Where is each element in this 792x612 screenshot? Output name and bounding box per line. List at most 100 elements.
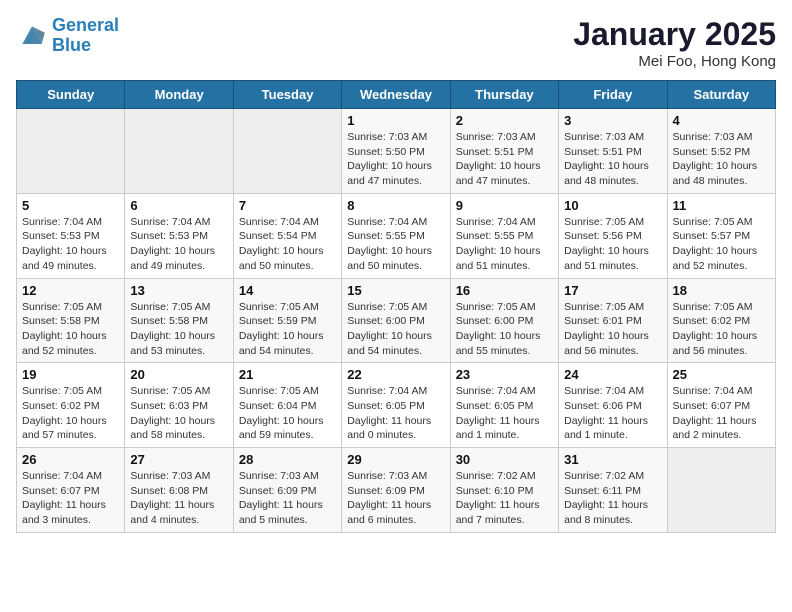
day-number: 3 xyxy=(564,113,661,128)
weekday-header-monday: Monday xyxy=(125,81,233,109)
calendar-cell xyxy=(233,109,341,194)
calendar-cell: 20 Sunrise: 7:05 AMSunset: 6:03 PMDayligh… xyxy=(125,363,233,448)
day-number: 2 xyxy=(456,113,553,128)
cell-details: Sunrise: 7:04 AMSunset: 6:07 PMDaylight:… xyxy=(673,384,770,443)
calendar-cell: 25 Sunrise: 7:04 AMSunset: 6:07 PMDayligh… xyxy=(667,363,775,448)
weekday-header-row: SundayMondayTuesdayWednesdayThursdayFrid… xyxy=(17,81,776,109)
day-number: 16 xyxy=(456,283,553,298)
day-number: 24 xyxy=(564,367,661,382)
cell-details: Sunrise: 7:05 AMSunset: 6:00 PMDaylight:… xyxy=(456,300,553,359)
day-number: 31 xyxy=(564,452,661,467)
weekday-header-friday: Friday xyxy=(559,81,667,109)
cell-details: Sunrise: 7:03 AMSunset: 5:50 PMDaylight:… xyxy=(347,130,444,189)
location: Mei Foo, Hong Kong xyxy=(573,53,776,70)
day-number: 26 xyxy=(22,452,119,467)
calendar-cell xyxy=(17,109,125,194)
cell-details: Sunrise: 7:04 AMSunset: 6:05 PMDaylight:… xyxy=(347,384,444,443)
month-title: January 2025 xyxy=(573,16,776,53)
calendar-cell: 29 Sunrise: 7:03 AMSunset: 6:09 PMDayligh… xyxy=(342,448,450,533)
weekday-header-tuesday: Tuesday xyxy=(233,81,341,109)
day-number: 27 xyxy=(130,452,227,467)
weekday-header-wednesday: Wednesday xyxy=(342,81,450,109)
cell-details: Sunrise: 7:05 AMSunset: 6:04 PMDaylight:… xyxy=(239,384,336,443)
day-number: 17 xyxy=(564,283,661,298)
calendar-cell: 27 Sunrise: 7:03 AMSunset: 6:08 PMDayligh… xyxy=(125,448,233,533)
cell-details: Sunrise: 7:03 AMSunset: 5:52 PMDaylight:… xyxy=(673,130,770,189)
calendar-cell: 24 Sunrise: 7:04 AMSunset: 6:06 PMDayligh… xyxy=(559,363,667,448)
cell-details: Sunrise: 7:04 AMSunset: 6:05 PMDaylight:… xyxy=(456,384,553,443)
cell-details: Sunrise: 7:05 AMSunset: 6:02 PMDaylight:… xyxy=(673,300,770,359)
calendar-cell: 2 Sunrise: 7:03 AMSunset: 5:51 PMDaylight… xyxy=(450,109,558,194)
day-number: 23 xyxy=(456,367,553,382)
calendar-cell: 3 Sunrise: 7:03 AMSunset: 5:51 PMDaylight… xyxy=(559,109,667,194)
calendar-cell: 28 Sunrise: 7:03 AMSunset: 6:09 PMDayligh… xyxy=(233,448,341,533)
calendar-cell xyxy=(667,448,775,533)
cell-details: Sunrise: 7:05 AMSunset: 5:59 PMDaylight:… xyxy=(239,300,336,359)
weekday-header-sunday: Sunday xyxy=(17,81,125,109)
calendar-cell: 5Sunrise: 7:04 AMSunset: 5:53 PMDaylight… xyxy=(17,193,125,278)
cell-details: Sunrise: 7:05 AMSunset: 6:03 PMDaylight:… xyxy=(130,384,227,443)
title-block: January 2025 Mei Foo, Hong Kong xyxy=(573,16,776,70)
calendar-cell: 17Sunrise: 7:05 AMSunset: 6:01 PMDayligh… xyxy=(559,278,667,363)
day-number: 22 xyxy=(347,367,444,382)
cell-details: Sunrise: 7:03 AMSunset: 6:09 PMDaylight:… xyxy=(347,469,444,528)
cell-details: Sunrise: 7:04 AMSunset: 5:54 PMDaylight:… xyxy=(239,215,336,274)
cell-details: Sunrise: 7:02 AMSunset: 6:10 PMDaylight:… xyxy=(456,469,553,528)
cell-details: Sunrise: 7:02 AMSunset: 6:11 PMDaylight:… xyxy=(564,469,661,528)
calendar-cell: 19 Sunrise: 7:05 AMSunset: 6:02 PMDayligh… xyxy=(17,363,125,448)
day-number: 10 xyxy=(564,198,661,213)
calendar-cell: 30 Sunrise: 7:02 AMSunset: 6:10 PMDayligh… xyxy=(450,448,558,533)
weekday-header-saturday: Saturday xyxy=(667,81,775,109)
calendar-cell: 13 Sunrise: 7:05 AMSunset: 5:58 PMDayligh… xyxy=(125,278,233,363)
calendar-week-row: 5 Sunrise: 7:04 AMSunset: 5:53 PMDaylight… xyxy=(17,193,776,278)
day-number: 28 xyxy=(239,452,336,467)
day-number: 1 xyxy=(347,113,444,128)
calendar-cell: 15Sunrise: 7:05 AMSunset: 6:00 PMDayligh… xyxy=(342,278,450,363)
cell-details: Sunrise: 7:05 AMSunset: 5:56 PMDaylight:… xyxy=(564,215,661,274)
cell-details: Sunrise: 7:03 AMSunset: 6:09 PMDaylight:… xyxy=(239,469,336,528)
cell-details: Sunrise: 7:04 AMSunset: 6:07 PMDaylight:… xyxy=(22,469,119,528)
cell-details: Sunrise: 7:05 AMSunset: 6:02 PMDaylight:… xyxy=(22,384,119,443)
cell-details: Sunrise: 7:04 AMSunset: 6:06 PMDaylight:… xyxy=(564,384,661,443)
day-number: 11 xyxy=(673,198,770,213)
cell-details: Sunrise: 7:05 AMSunset: 6:00 PMDaylight:… xyxy=(347,300,444,359)
calendar-cell: 31 Sunrise: 7:02 AMSunset: 6:11 PMDayligh… xyxy=(559,448,667,533)
page-header: GeneralBlue January 2025 Mei Foo, Hong K… xyxy=(16,16,776,70)
calendar-cell: 11Sunrise: 7:05 AMSunset: 5:57 PMDayligh… xyxy=(667,193,775,278)
cell-details: Sunrise: 7:04 AMSunset: 5:55 PMDaylight:… xyxy=(347,215,444,274)
calendar-cell: 7 Sunrise: 7:04 AMSunset: 5:54 PMDaylight… xyxy=(233,193,341,278)
weekday-header-thursday: Thursday xyxy=(450,81,558,109)
day-number: 5 xyxy=(22,198,119,213)
day-number: 9 xyxy=(456,198,553,213)
day-number: 18 xyxy=(673,283,770,298)
logo: GeneralBlue xyxy=(16,16,119,56)
day-number: 13 xyxy=(130,283,227,298)
day-number: 21 xyxy=(239,367,336,382)
logo-text: GeneralBlue xyxy=(52,16,119,56)
cell-details: Sunrise: 7:04 AMSunset: 5:53 PMDaylight:… xyxy=(130,215,227,274)
calendar-cell xyxy=(125,109,233,194)
calendar-week-row: 19 Sunrise: 7:05 AMSunset: 6:02 PMDayligh… xyxy=(17,363,776,448)
cell-details: Sunrise: 7:03 AMSunset: 5:51 PMDaylight:… xyxy=(564,130,661,189)
calendar-cell: 12Sunrise: 7:05 AMSunset: 5:58 PMDayligh… xyxy=(17,278,125,363)
calendar-cell: 26 Sunrise: 7:04 AMSunset: 6:07 PMDayligh… xyxy=(17,448,125,533)
day-number: 7 xyxy=(239,198,336,213)
day-number: 19 xyxy=(22,367,119,382)
day-number: 6 xyxy=(130,198,227,213)
calendar-cell: 6 Sunrise: 7:04 AMSunset: 5:53 PMDaylight… xyxy=(125,193,233,278)
calendar-week-row: 1 Sunrise: 7:03 AMSunset: 5:50 PMDaylight… xyxy=(17,109,776,194)
calendar-cell: 9Sunrise: 7:04 AMSunset: 5:55 PMDaylight… xyxy=(450,193,558,278)
cell-details: Sunrise: 7:03 AMSunset: 5:51 PMDaylight:… xyxy=(456,130,553,189)
day-number: 25 xyxy=(673,367,770,382)
cell-details: Sunrise: 7:05 AMSunset: 5:58 PMDaylight:… xyxy=(130,300,227,359)
day-number: 30 xyxy=(456,452,553,467)
day-number: 29 xyxy=(347,452,444,467)
calendar-cell: 18 Sunrise: 7:05 AMSunset: 6:02 PMDayligh… xyxy=(667,278,775,363)
day-number: 8 xyxy=(347,198,444,213)
calendar-cell: 8 Sunrise: 7:04 AMSunset: 5:55 PMDaylight… xyxy=(342,193,450,278)
day-number: 14 xyxy=(239,283,336,298)
calendar-cell: 22 Sunrise: 7:04 AMSunset: 6:05 PMDayligh… xyxy=(342,363,450,448)
cell-details: Sunrise: 7:03 AMSunset: 6:08 PMDaylight:… xyxy=(130,469,227,528)
day-number: 20 xyxy=(130,367,227,382)
logo-icon xyxy=(16,20,48,52)
